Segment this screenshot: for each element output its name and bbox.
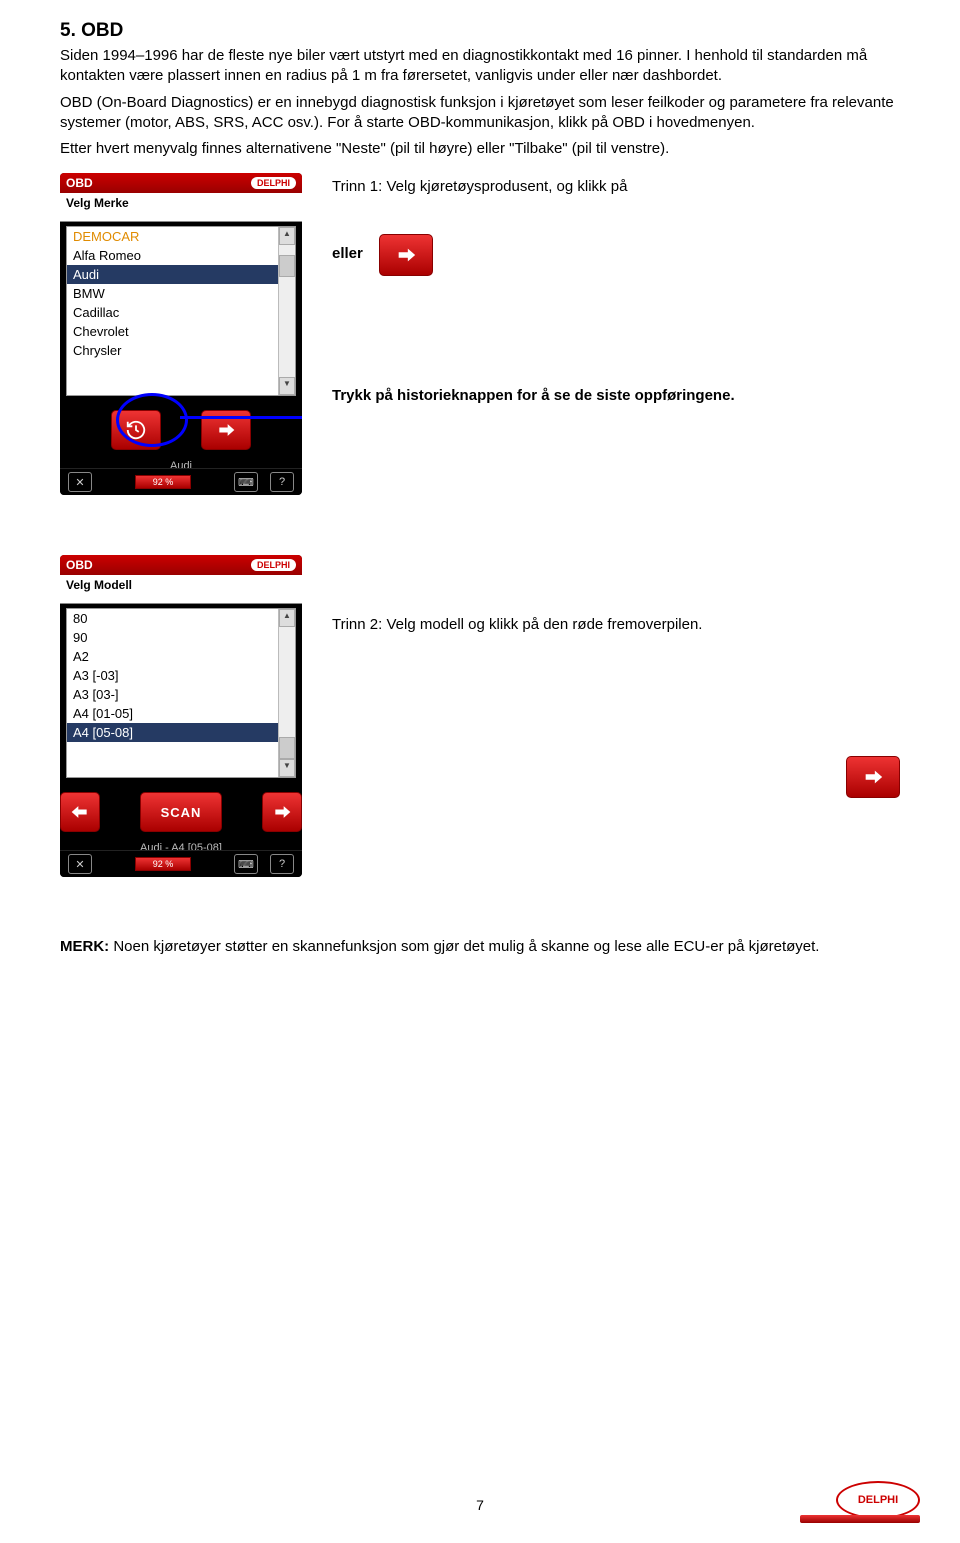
- annotation-line: [180, 416, 302, 419]
- device-subheader: Velg Merke: [60, 193, 302, 222]
- device-bottom-bar: ✕ 92 % ⌨ ?: [60, 468, 302, 495]
- battery-indicator: 92 %: [135, 475, 191, 489]
- scrollbar[interactable]: ▲ ▼: [278, 227, 295, 395]
- close-icon[interactable]: ✕: [68, 472, 92, 492]
- keyboard-icon[interactable]: ⌨: [234, 854, 258, 874]
- list-item[interactable]: Cadillac: [67, 303, 278, 322]
- step1-text: Trinn 1: Velg kjøretøysprodusent, og kli…: [332, 177, 900, 197]
- eller-label: eller: [332, 244, 363, 264]
- scroll-down-icon[interactable]: ▼: [279, 377, 295, 395]
- next-button[interactable]: [262, 792, 302, 832]
- footer-logo: DELPHI: [800, 1481, 920, 1531]
- scrollbar[interactable]: ▲ ▼: [278, 609, 295, 777]
- list-item[interactable]: A2: [67, 647, 278, 666]
- scroll-up-icon[interactable]: ▲: [279, 609, 295, 627]
- device-title: OBD: [66, 176, 93, 190]
- list-item[interactable]: BMW: [67, 284, 278, 303]
- scroll-up-icon[interactable]: ▲: [279, 227, 295, 245]
- scroll-thumb[interactable]: [279, 737, 295, 759]
- list-item[interactable]: Chrysler: [67, 341, 278, 360]
- note-paragraph: MERK: Noen kjøretøyer støtter en skannef…: [60, 937, 900, 957]
- list-item[interactable]: A4 [01-05]: [67, 704, 278, 723]
- keyboard-icon[interactable]: ⌨: [234, 472, 258, 492]
- list-item[interactable]: Audi: [67, 265, 278, 284]
- intro-paragraph: Siden 1994–1996 har de fleste nye biler …: [60, 46, 900, 87]
- brand-listbox[interactable]: DEMOCARAlfa RomeoAudiBMWCadillacChevrole…: [66, 226, 296, 396]
- device-title: OBD: [66, 558, 93, 572]
- delphi-logo: DELPHI: [836, 1481, 920, 1519]
- step2-text: Trinn 2: Velg modell og klikk på den rød…: [332, 616, 702, 633]
- device-subheader: Velg Modell: [60, 575, 302, 604]
- list-item[interactable]: 80: [67, 609, 278, 628]
- scan-button[interactable]: SCAN: [140, 792, 222, 832]
- history-hint: Trykk på historieknappen for å se de sis…: [332, 387, 735, 404]
- paragraph-2: OBD (On-Board Diagnostics) er en innebyg…: [60, 93, 900, 134]
- battery-indicator: 92 %: [135, 857, 191, 871]
- paragraph-3: Etter hvert menyvalg finnes alternativen…: [60, 139, 900, 159]
- list-item[interactable]: A3 [03-]: [67, 685, 278, 704]
- list-item[interactable]: A3 [-03]: [67, 666, 278, 685]
- list-item[interactable]: Alfa Romeo: [67, 246, 278, 265]
- close-icon[interactable]: ✕: [68, 854, 92, 874]
- help-icon[interactable]: ?: [270, 854, 294, 874]
- section-heading: 5. OBD: [60, 20, 900, 42]
- device-screenshot-model-select: OBD DELPHI Velg Modell 8090A2A3 [-03]A3 …: [60, 555, 302, 877]
- device-bottom-bar: ✕ 92 % ⌨ ?: [60, 850, 302, 877]
- device-screenshot-brand-select: OBD DELPHI Velg Merke DEMOCARAlfa RomeoA…: [60, 173, 302, 495]
- next-arrow-button[interactable]: [379, 234, 433, 276]
- delphi-badge: DELPHI: [251, 177, 296, 189]
- back-button[interactable]: [60, 792, 100, 832]
- history-button[interactable]: [111, 410, 161, 450]
- list-item[interactable]: 90: [67, 628, 278, 647]
- scroll-thumb[interactable]: [279, 255, 295, 277]
- next-arrow-button[interactable]: [846, 756, 900, 798]
- page-number: 7: [476, 1497, 484, 1513]
- list-item[interactable]: A4 [05-08]: [67, 723, 278, 742]
- list-item[interactable]: DEMOCAR: [67, 227, 278, 246]
- help-icon[interactable]: ?: [270, 472, 294, 492]
- note-text: Noen kjøretøyer støtter en skannefunksjo…: [109, 938, 819, 955]
- delphi-badge: DELPHI: [251, 559, 296, 571]
- note-label: MERK:: [60, 938, 109, 955]
- logo-bar: [800, 1515, 920, 1523]
- list-item[interactable]: Chevrolet: [67, 322, 278, 341]
- scroll-down-icon[interactable]: ▼: [279, 759, 295, 777]
- model-listbox[interactable]: 8090A2A3 [-03]A3 [03-]A4 [01-05]A4 [05-0…: [66, 608, 296, 778]
